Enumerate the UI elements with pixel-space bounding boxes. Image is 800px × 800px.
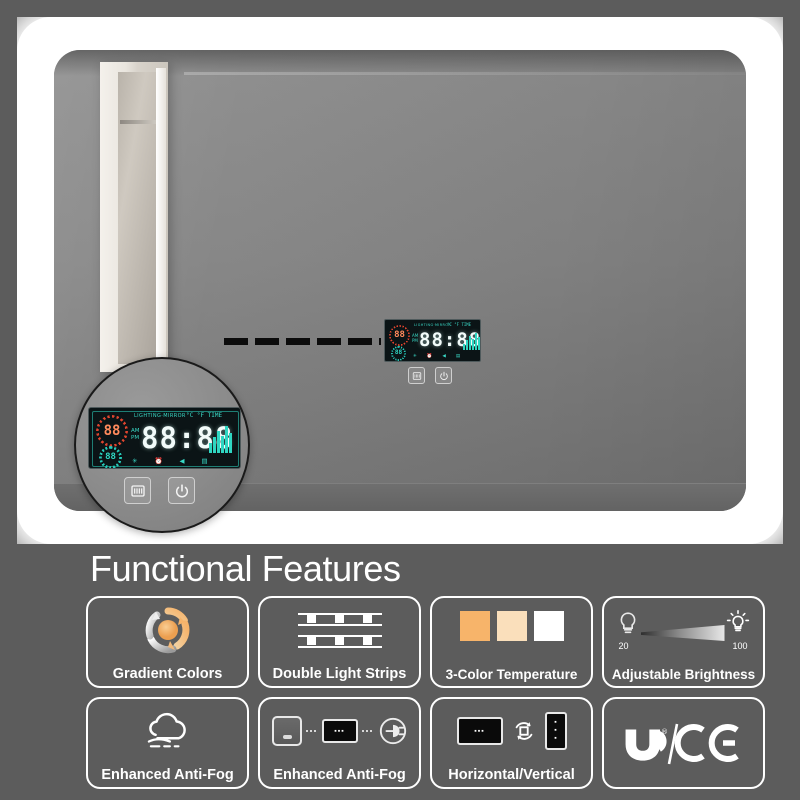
lcd-status-icons: ✳ ⏰ ◀ ▤	[132, 457, 208, 465]
vertical-mirror-icon: ▪▪▪	[544, 712, 567, 750]
power-icon	[175, 483, 188, 498]
lcd-unit-labels: °C °F TIME	[447, 322, 472, 327]
feature-card-label: Gradient Colors	[112, 665, 223, 682]
signal-bars	[209, 425, 232, 453]
alarm-icon: ⏰	[154, 457, 163, 465]
touch-button-row-small[interactable]	[408, 367, 452, 384]
feature-card-orientation[interactable]: ▪▪▪ ▪▪▪ Horizontal/Vertical	[430, 697, 593, 789]
light-strip	[297, 634, 382, 648]
callout-dashed-line	[224, 338, 381, 345]
battery-icon: ▤	[201, 457, 208, 465]
brightness-ramp-icon: 20 100	[604, 602, 763, 654]
rotate-orientation-icon: ▪▪▪ ▪▪▪	[432, 705, 591, 757]
temperature-gauge-value: 88	[103, 423, 121, 439]
light-strips-icon	[260, 604, 419, 656]
lcd-brand-text: LIGHTING·MIRROR	[414, 323, 452, 327]
swatch-neutral	[496, 611, 527, 641]
power-button[interactable]	[435, 367, 452, 384]
brightness-max-label: 100	[732, 641, 748, 651]
feature-card-label: Enhanced Anti-Fog	[101, 766, 234, 783]
pm-label: PM	[412, 338, 418, 343]
defogger-icon	[412, 371, 421, 380]
lcd-display-small[interactable]: 88 88 LIGHTING·MIRROR °C °F TIME AM PM 8…	[384, 319, 481, 362]
fog-cloud-icon	[88, 705, 247, 757]
mirror-scene: 88 88 LIGHTING·MIRROR °C °F TIME AM PM 8…	[17, 17, 783, 544]
am-pm-indicator: AM PM	[131, 428, 140, 442]
pm-label: PM	[131, 434, 140, 441]
defogger-button[interactable]	[408, 367, 425, 384]
power-button[interactable]	[168, 477, 195, 504]
temperature-gauge-value: 88	[394, 330, 405, 340]
feature-card-grid: Gradient Colors Double Light Strips 3-Co…	[86, 596, 776, 789]
magnified-callout-circle: 88 88 LIGHTING·MIRROR °C °F TIME AM PM 8…	[74, 357, 250, 533]
feature-card-certifications[interactable]: ®	[602, 697, 765, 789]
humidity-gauge-value: 88	[394, 349, 403, 356]
horizontal-mirror-icon: ▪▪▪	[456, 717, 503, 745]
bulb-dim-icon	[620, 612, 635, 634]
power-plug-icon	[379, 717, 406, 745]
screen-dots: ▪▪▪	[552, 719, 559, 743]
feature-card-anti-fog-wiring[interactable]: ▪▪▪ Enhanced Anti-Fog	[258, 697, 421, 789]
light-strip	[297, 612, 382, 626]
humidity-gauge-value: 88	[105, 452, 116, 462]
am-pm-indicator: AM PM	[412, 333, 418, 343]
swatch-warm	[459, 611, 490, 641]
lcd-status-icons: ✳ ⏰ ◀ ▤	[413, 354, 460, 359]
mirror-screen-dots: ▪▪▪	[334, 727, 345, 735]
door-rail	[120, 120, 156, 124]
feature-card-double-light-strips[interactable]: Double Light Strips	[258, 596, 421, 688]
feature-card-color-temperature[interactable]: 3-Color Temperature	[430, 596, 593, 688]
screen-dots: ▪▪▪	[474, 727, 485, 735]
speaker-icon: ◀	[442, 354, 446, 359]
rotate-icon	[515, 722, 532, 740]
speaker-icon: ◀	[179, 457, 185, 465]
svg-text:®: ®	[661, 728, 668, 736]
page-title: Functional Features	[90, 548, 401, 589]
doorway-niche	[100, 62, 168, 380]
connection-line	[361, 730, 374, 732]
control-panel-magnified[interactable]: 88 88 LIGHTING·MIRROR °C °F TIME AM PM 8…	[88, 407, 241, 504]
feature-card-label: Horizontal/Vertical	[448, 766, 575, 783]
defogger-button[interactable]	[124, 477, 151, 504]
bluetooth-icon: ✳	[132, 457, 138, 465]
wall-switch-icon	[271, 716, 302, 746]
brightness-ramp	[640, 625, 725, 641]
ul-ce-certification-icon: ®	[619, 718, 749, 768]
mirror-panel-icon: ▪▪▪	[321, 719, 358, 743]
defogger-icon	[130, 484, 145, 497]
swatch-cool	[533, 611, 564, 641]
bluetooth-icon: ✳	[413, 354, 417, 359]
power-icon	[439, 371, 448, 380]
ceiling-line	[184, 72, 746, 75]
connection-line	[305, 730, 318, 732]
alarm-icon: ⏰	[426, 354, 433, 359]
product-feature-infographic: 88 88 LIGHTING·MIRROR °C °F TIME AM PM 8…	[0, 0, 800, 800]
door-interior	[118, 72, 160, 364]
color-swatches-icon	[432, 600, 591, 652]
signal-bars	[463, 332, 480, 350]
am-label: AM	[131, 428, 140, 434]
features-section: Functional Features Gradient Colors Doub…	[0, 544, 800, 800]
brightness-min-label: 20	[618, 641, 629, 651]
lcd-display-magnified[interactable]: 88 88 LIGHTING·MIRROR °C °F TIME AM PM 8…	[88, 407, 241, 469]
lcd-unit-labels: °C °F TIME	[186, 412, 223, 419]
gradient-cycle-icon	[88, 604, 247, 656]
feature-card-adjustable-brightness[interactable]: 20 100 Adjustable Brightness	[602, 596, 765, 688]
feature-card-anti-fog-cloud[interactable]: Enhanced Anti-Fog	[86, 697, 249, 789]
feature-card-label: 3-Color Temperature	[445, 666, 578, 682]
feature-card-label: Double Light Strips	[272, 665, 407, 682]
control-panel-small[interactable]: 88 88 LIGHTING·MIRROR °C °F TIME AM PM 8…	[384, 319, 481, 384]
touch-button-row-magnified[interactable]	[124, 477, 195, 504]
battery-icon: ▤	[455, 354, 461, 359]
feature-card-gradient-colors[interactable]: Gradient Colors	[86, 596, 249, 688]
bulb-bright-icon	[726, 610, 749, 632]
switch-mirror-plug-icon: ▪▪▪	[260, 705, 419, 757]
lcd-brand-text: LIGHTING·MIRROR	[134, 413, 186, 419]
door-frame-edge	[156, 68, 166, 380]
feature-card-label: Adjustable Brightness	[611, 666, 756, 682]
feature-card-label: Enhanced Anti-Fog	[273, 766, 406, 783]
